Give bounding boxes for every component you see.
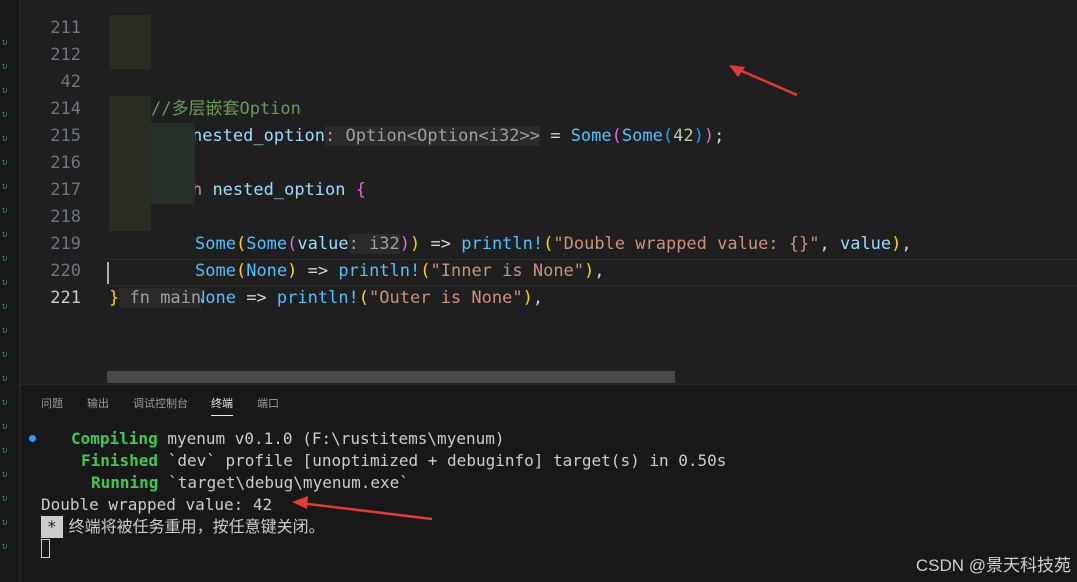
code-line-217: 217 Some(None) => println!("Inner is Non… — [21, 150, 1077, 281]
gutter-mark: υ — [2, 302, 8, 312]
gutter-mark: υ — [2, 446, 8, 456]
tab-ports[interactable]: 端口 — [257, 395, 279, 411]
bracket: ) — [522, 288, 533, 308]
gutter-mark: υ — [2, 494, 8, 504]
gutter-mark: υ — [2, 518, 8, 528]
indent-highlight — [109, 42, 151, 69]
left-activity-strip: υ υ υ υ υ υ υ υ υ υ υ υ υ υ υ υ υ υ υ υ … — [0, 0, 20, 582]
annotation-arrow-icon — [292, 496, 433, 521]
tab-output[interactable]: 输出 — [87, 395, 109, 411]
tab-debug-console[interactable]: 调试控制台 — [133, 395, 188, 411]
terminal-line: * 终端将被任务重用，按任意键关闭。 — [41, 516, 325, 538]
closing-brace-hint: fn main — [119, 288, 202, 308]
code-line-211: 211 — [21, 0, 1077, 38]
terminal-cursor — [41, 539, 50, 558]
code-line-220: 220 } fn main — [21, 231, 1077, 308]
string-literal: "Outer is None" — [369, 288, 523, 308]
code-line-221: 221 — [21, 258, 1077, 308]
gutter-mark: υ — [2, 278, 8, 288]
gutter-mark: υ — [2, 254, 8, 264]
terminal-status-dot-icon — [29, 435, 36, 442]
gutter-mark: υ — [2, 158, 8, 168]
cargo-status-label: Running — [91, 473, 159, 492]
cargo-status-text: `dev` profile [unoptimized + debuginfo] … — [158, 451, 727, 470]
tab-problems[interactable]: 问题 — [41, 395, 63, 411]
code-line-216: 216 Some(Some(value: i32)) => println!("… — [21, 123, 1077, 254]
cargo-status-text: myenum v0.1.0 (F:\rustitems\myenum) — [157, 429, 505, 448]
gutter-mark: υ — [2, 542, 8, 552]
code-line-213: 42 let nested_option: Option<Option<i32>… — [21, 42, 1077, 146]
gutter-mark: υ — [2, 374, 8, 384]
gutter-mark: υ — [2, 206, 8, 216]
indent-highlight — [109, 150, 151, 177]
terminal-line: Compiling myenum v0.1.0 (F:\rustitems\my… — [71, 428, 504, 450]
comma: , — [532, 288, 544, 308]
fat-arrow: => — [235, 288, 277, 308]
gutter-mark: υ — [2, 326, 8, 336]
gutter-mark: υ — [2, 38, 8, 48]
indent-highlight — [109, 96, 151, 123]
indent-highlight — [151, 177, 195, 204]
gutter-mark: υ — [2, 230, 8, 240]
code-line-212: 212 //多层嵌套Option — [21, 15, 1077, 119]
watermark: CSDN @景天科技苑 — [915, 556, 1071, 575]
enum-variant: None — [195, 288, 236, 308]
gutter-mark: υ — [2, 134, 8, 144]
horizontal-scrollbar[interactable] — [107, 371, 675, 383]
bracket: ( — [358, 288, 370, 308]
gutter-mark: υ — [2, 110, 8, 120]
terminal-star-badge: * — [41, 516, 63, 538]
terminal-line: Running `target\debug\myenum.exe` — [91, 472, 409, 494]
macro-call: println! — [276, 288, 359, 308]
indent-highlight — [109, 15, 151, 42]
indent-highlight — [109, 204, 151, 231]
indent-highlight — [109, 123, 151, 150]
gutter-mark: υ — [2, 86, 8, 96]
gutter-mark: υ — [2, 182, 8, 192]
text-caret — [107, 262, 109, 284]
gutter-mark: υ — [2, 398, 8, 408]
gutter-mark: υ — [2, 470, 8, 480]
program-output-line: Double wrapped value: 42 — [41, 495, 273, 514]
cargo-status-label: Finished — [81, 451, 159, 470]
code-line-219: 219 } — [21, 204, 1077, 308]
indent-highlight — [151, 123, 195, 150]
annotation-arrow-icon — [729, 65, 798, 97]
line-number: 221 — [50, 288, 81, 308]
gutter-mark: υ — [2, 62, 8, 72]
gutter-mark: υ — [2, 350, 8, 360]
code-line-218: 218 None => println!("Outer is None"), — [21, 177, 1077, 308]
indent-highlight — [109, 177, 151, 204]
panel-tabs: 问题 输出 调试控制台 终端 端口 — [21, 385, 1077, 419]
code-editor[interactable]: 211 212 //多层嵌套Option 42 let nested_optio… — [21, 0, 1077, 384]
code-line-214: 214 — [21, 69, 1077, 119]
gutter-mark: υ — [2, 422, 8, 432]
cargo-status-text: `target\debug\myenum.exe` — [158, 473, 409, 492]
code-line-215: 215 match nested_option { — [21, 96, 1077, 200]
cargo-status-label: Compiling — [71, 429, 158, 448]
terminal-line: Finished `dev` profile [unoptimized + de… — [81, 450, 726, 472]
tab-terminal[interactable]: 终端 — [211, 395, 233, 416]
indent-highlight — [151, 150, 195, 177]
bracket: } — [109, 288, 120, 308]
